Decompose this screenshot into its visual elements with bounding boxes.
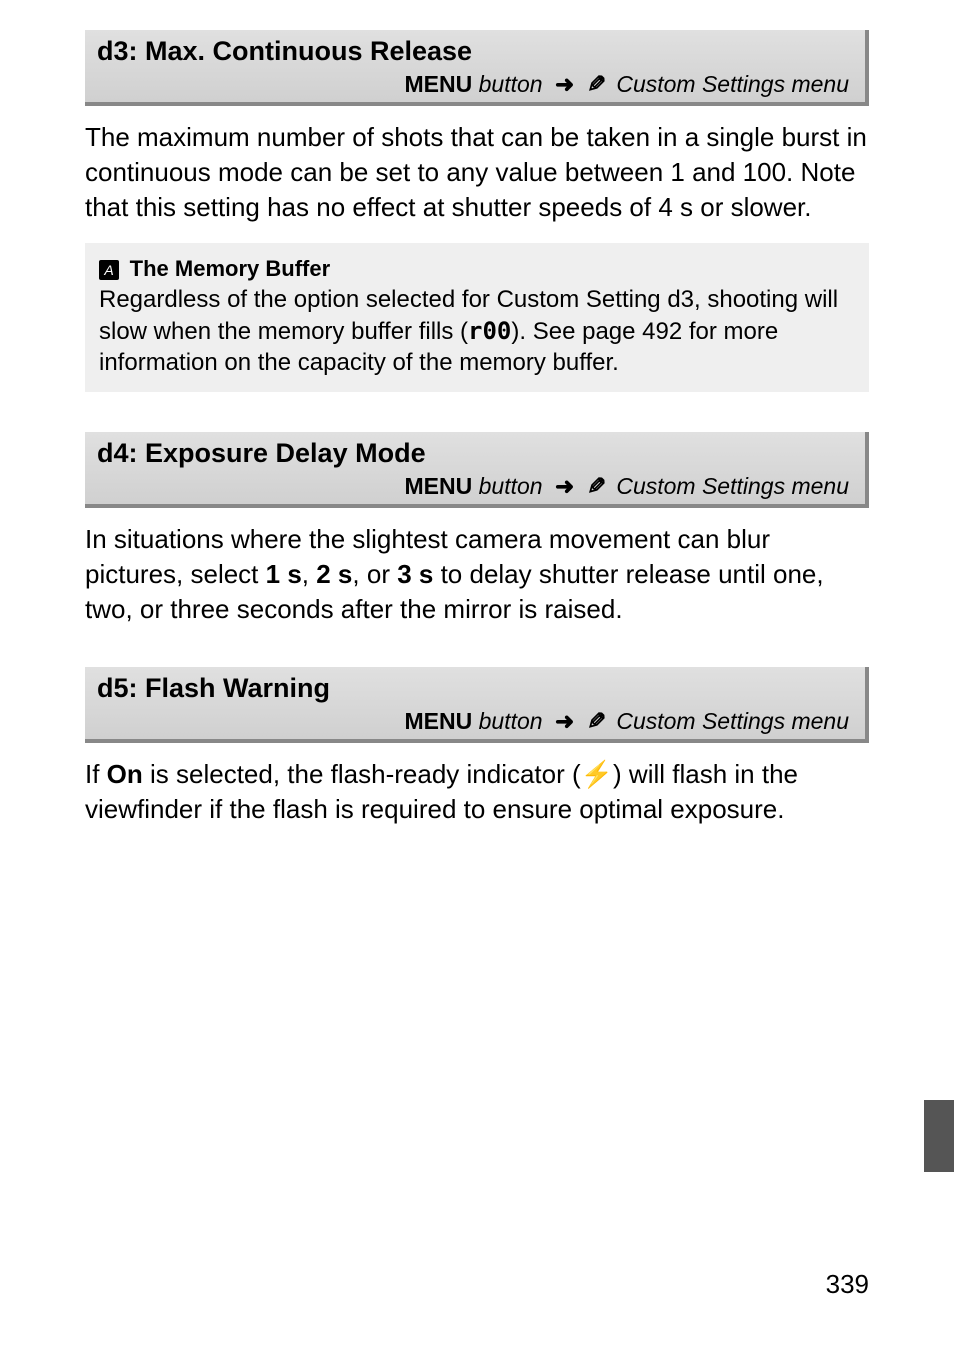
breadcrumb-d4: MENU button ➜ ✎ Custom Settings menu	[97, 473, 853, 500]
menu-label: MENU	[405, 473, 473, 499]
page-number: 339	[826, 1269, 869, 1300]
d5-on: On	[107, 759, 143, 789]
d4-sep1: ,	[302, 559, 316, 589]
note-memory-buffer: A The Memory Buffer Regardless of the op…	[85, 243, 869, 392]
section-header-d5: d5: Flash Warning MENU button ➜ ✎ Custom…	[85, 667, 869, 743]
menu-label: MENU	[405, 708, 473, 734]
breadcrumb-d3: MENU button ➜ ✎ Custom Settings menu	[97, 71, 853, 98]
section-header-d3: d3: Max. Continuous Release MENU button …	[85, 30, 869, 106]
arrow-icon: ➜	[555, 473, 574, 499]
d5-text-a: If	[85, 759, 107, 789]
section-title-d4: d4: Exposure Delay Mode	[97, 438, 853, 469]
pencil-icon: ✎	[587, 473, 606, 500]
pencil-icon: ✎	[587, 71, 606, 98]
csm-text: Custom Settings menu	[610, 71, 849, 97]
body-d4: In situations where the slightest camera…	[85, 522, 869, 627]
d5-text-b: is selected, the flash-ready indicator (	[143, 759, 581, 789]
note-icon: A	[99, 260, 119, 280]
side-tab	[924, 1100, 954, 1172]
button-text: button	[472, 473, 542, 499]
arrow-icon: ➜	[555, 708, 574, 734]
section-title-d3: d3: Max. Continuous Release	[97, 36, 853, 67]
section-title-d5: d5: Flash Warning	[97, 673, 853, 704]
arrow-icon: ➜	[555, 71, 574, 97]
breadcrumb-d5: MENU button ➜ ✎ Custom Settings menu	[97, 708, 853, 735]
d4-opt2: 2 s	[316, 559, 352, 589]
d4-sep2: , or	[352, 559, 397, 589]
d4-opt3: 3 s	[397, 559, 433, 589]
flash-icon: ⚡	[581, 759, 613, 789]
button-text: button	[472, 71, 542, 97]
csm-text: Custom Settings menu	[610, 473, 849, 499]
section-header-d4: d4: Exposure Delay Mode MENU button ➜ ✎ …	[85, 432, 869, 508]
body-d3: The maximum number of shots that can be …	[85, 120, 869, 225]
csm-text: Custom Settings menu	[610, 708, 849, 734]
body-d5: If On is selected, the flash-ready indic…	[85, 757, 869, 827]
pencil-icon: ✎	[587, 708, 606, 735]
r00-icon: r00	[468, 317, 511, 345]
d4-opt1: 1 s	[266, 559, 302, 589]
button-text: button	[472, 708, 542, 734]
note-header: A The Memory Buffer	[99, 253, 855, 284]
menu-label: MENU	[405, 71, 473, 97]
note-title: The Memory Buffer	[130, 256, 330, 281]
